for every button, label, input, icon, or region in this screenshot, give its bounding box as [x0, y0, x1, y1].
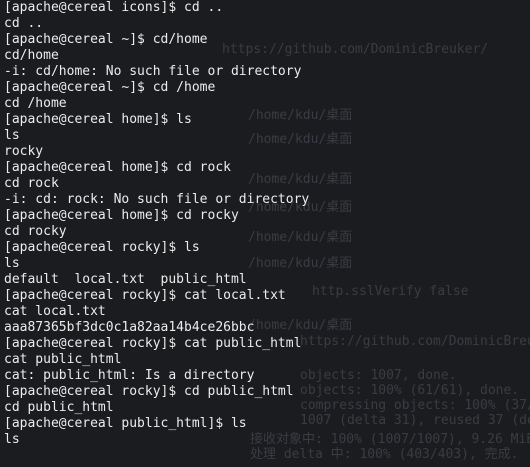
terminal-line: [apache@cereal rocky]$ cd public_html	[4, 384, 294, 399]
terminal-line: ls	[4, 432, 20, 447]
terminal-line: cd/home	[4, 48, 59, 63]
terminal-line: rocky	[4, 144, 44, 159]
terminal-line: -i: cd/home: No such file or directory	[4, 64, 302, 79]
terminal-output[interactable]: [apache@cereal icons]$ cd .. cd .. [apac…	[4, 0, 530, 448]
terminal-line: [apache@cereal ~]$ cd/home	[4, 32, 208, 47]
terminal-line: cat public_html	[4, 352, 122, 367]
terminal-line: cat local.txt	[4, 304, 106, 319]
terminal-line: [apache@cereal home]$ cd rock	[4, 160, 231, 175]
terminal-line: default local.txt public_html	[4, 272, 247, 287]
terminal-line: [apache@cereal rocky]$ cat public_html	[4, 336, 302, 351]
terminal-line: -i: cd: rock: No such file or directory	[4, 192, 310, 207]
terminal-line: aaa87365bf3dc0c1a82aa14b4ce26bbc	[4, 320, 255, 335]
terminal-line: [apache@cereal public_html]$ ls	[4, 416, 247, 431]
terminal-line: ls	[4, 256, 20, 271]
terminal-line: [apache@cereal ~]$ cd /home	[4, 80, 216, 95]
terminal-line: [apache@cereal rocky]$ ls	[4, 240, 200, 255]
terminal-line: [apache@cereal rocky]$ cat local.txt	[4, 288, 286, 303]
terminal-line: cd public_html	[4, 400, 114, 415]
terminal-line: cd ..	[4, 16, 44, 31]
terminal-line: [apache@cereal home]$ cd rocky	[4, 208, 239, 223]
terminal-line: cd /home	[4, 96, 67, 111]
terminal-line: ls	[4, 128, 20, 143]
terminal-line: [apache@cereal icons]$ cd ..	[4, 0, 224, 15]
terminal-line: cd rock	[4, 176, 59, 191]
terminal-line: cat: public_html: Is a directory	[4, 368, 255, 383]
terminal-line: cd rocky	[4, 224, 67, 239]
terminal-window[interactable]: https://github.com/DominicBreuker/ /home…	[0, 0, 530, 467]
terminal-line: [apache@cereal home]$ ls	[4, 112, 192, 127]
